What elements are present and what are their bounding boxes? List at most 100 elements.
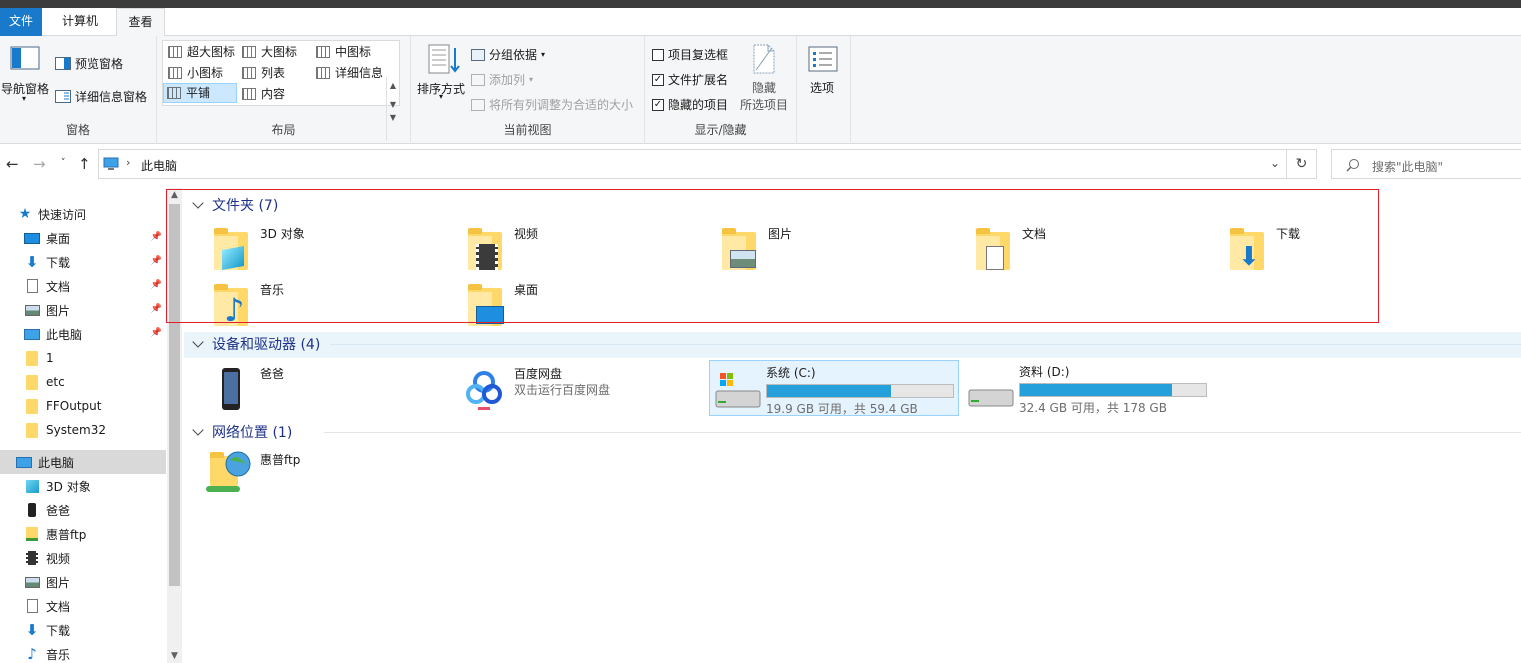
sidebar-item-folder-1[interactable]: 1 [0, 346, 166, 370]
sidebar-item-downloads-pc[interactable]: ⬇ 下载 [0, 618, 166, 642]
item-checkboxes-toggle[interactable]: 项目复选框 [652, 46, 728, 63]
sidebar-item-label: 图片 [46, 303, 71, 318]
group-label-current-view: 当前视图 [503, 123, 552, 137]
details-pane-button[interactable]: 详细信息窗格 [55, 88, 147, 105]
network-tile-hp-ftp[interactable]: 惠普ftp [206, 451, 448, 500]
breadcrumb-chevron-icon: › [126, 156, 131, 169]
folder-tile-music[interactable]: ♪ 音乐 [208, 282, 448, 330]
address-bar[interactable]: › 此电脑 ⌄ ↻ [98, 149, 1317, 179]
breadcrumb-this-pc[interactable]: 此电脑 [141, 157, 177, 174]
this-pc-icon [103, 157, 119, 170]
sidebar-item-ffoutput[interactable]: FFOutput [0, 394, 166, 418]
chevron-down-icon: ▾ [439, 92, 444, 101]
forward-arrow-icon[interactable]: → [33, 155, 46, 173]
folder-tile-pictures[interactable]: 图片 [716, 226, 956, 274]
sidebar-item-pictures-pc[interactable]: 图片 [0, 570, 166, 594]
star-icon: ★ [18, 206, 32, 222]
sidebar-item-phone[interactable]: 爸爸 [0, 498, 166, 522]
sidebar-item-hp-ftp[interactable]: 惠普ftp [0, 522, 166, 546]
scroll-down-arrow-icon[interactable]: ▼ [167, 651, 182, 661]
options-button[interactable]: 选项 [810, 79, 834, 96]
sidebar-item-label: 快速访问 [38, 207, 87, 222]
tile-label: 下载 [1276, 227, 1301, 241]
network-group-header[interactable]: 网络位置 (1) [192, 421, 292, 443]
file-extensions-toggle[interactable]: ✓ 文件扩展名 [652, 71, 728, 88]
options-icon [808, 46, 838, 72]
drive-tile-d[interactable]: 资料 (D:) 32.4 GB 可用，共 178 GB [967, 364, 1217, 416]
device-tile-phone[interactable]: 爸爸 [208, 366, 448, 414]
drive-icon [967, 364, 1015, 412]
devices-group-header[interactable]: 设备和驱动器 (4) [192, 333, 320, 355]
group-by-button[interactable]: 分组依据 ▾ [471, 46, 545, 63]
recent-locations-chevron-icon[interactable]: ˅ [61, 158, 66, 168]
layout-content[interactable]: 内容 [239, 84, 311, 104]
group-current-view: 排序方式 ▾ 分组依据 ▾ 添加列 ▾ 将所有列调整为合适的大小 当前视图 [411, 36, 645, 144]
group-header-label: 文件夹 (7) [212, 198, 279, 214]
tile-text: 资料 (D:) 32.4 GB 可用，共 178 GB [1019, 364, 1207, 416]
sidebar-item-documents[interactable]: 文档 📌 [0, 274, 166, 298]
scrollbar-thumb[interactable] [169, 204, 180, 586]
sidebar-item-pictures[interactable]: 图片 📌 [0, 298, 166, 322]
folder-tile-3d-objects[interactable]: 3D 对象 [208, 226, 448, 274]
sidebar-item-downloads[interactable]: ⬇ 下载 📌 [0, 250, 166, 274]
folder-tile-desktop[interactable]: 桌面 [462, 282, 702, 330]
layout-gallery-scroller[interactable]: ▲ ▼ ▼ [386, 77, 399, 141]
hide-selected-label: 隐藏 [752, 81, 777, 95]
layout-large-icons[interactable]: 大图标 [239, 42, 311, 62]
sidebar-item-desktop[interactable]: 桌面 📌 [0, 226, 166, 250]
layout-item-label: 内容 [261, 87, 286, 101]
pin-icon: 📌 [150, 232, 162, 242]
tab-view[interactable]: 查看 [116, 8, 165, 37]
layout-medium-icons[interactable]: 中图标 [313, 42, 393, 62]
sidebar-item-documents-pc[interactable]: 文档 [0, 594, 166, 618]
up-arrow-icon[interactable]: ↑ [78, 155, 91, 173]
tile-label: 文档 [1022, 227, 1047, 241]
navigation-pane-scrollbar[interactable]: ▲ ▼ [167, 188, 182, 663]
layout-list[interactable]: 列表 [239, 63, 311, 83]
device-tile-baidu-netdisk[interactable]: 百度网盘 双击运行百度网盘 [462, 366, 702, 414]
add-column-button[interactable]: 添加列 ▾ [471, 71, 533, 88]
hidden-items-toggle[interactable]: ✓ 隐藏的项目 [652, 96, 728, 113]
sidebar-item-etc[interactable]: etc [0, 370, 166, 394]
address-dropdown-icon[interactable]: ⌄ [1270, 156, 1280, 170]
folder-icon [24, 422, 40, 438]
tab-computer[interactable]: 计算机 [52, 8, 108, 36]
sidebar-item-this-pc-pinned[interactable]: 此电脑 📌 [0, 322, 166, 346]
sidebar-item-quick-access[interactable]: ★ 快速访问 [0, 202, 166, 226]
hide-selected-button[interactable]: 隐藏 [752, 79, 776, 96]
drive-tile-c[interactable]: 系统 (C:) 19.9 GB 可用，共 59.4 GB [709, 360, 959, 416]
hide-selected-button-line2[interactable]: 所选项目 [740, 96, 788, 113]
sidebar-item-3d-objects[interactable]: 3D 对象 [0, 474, 166, 498]
group-options: 选项 [797, 36, 851, 144]
layout-details[interactable]: 详细信息 [313, 63, 393, 83]
layout-extra-large-icons[interactable]: 超大图标 [165, 42, 237, 62]
tile-label: 资料 (D:) [1019, 365, 1070, 379]
layout-item-label: 小图标 [187, 66, 224, 80]
scroll-up-arrow-icon[interactable]: ▲ [167, 190, 182, 200]
small-icons-icon [168, 67, 182, 79]
document-icon [24, 598, 40, 614]
folder-tile-downloads[interactable]: ⬇ 下载 [1224, 226, 1464, 274]
folders-group-header[interactable]: 文件夹 (7) [192, 194, 1512, 216]
layout-item-label: 平铺 [186, 86, 211, 100]
layout-small-icons[interactable]: 小图标 [165, 63, 237, 83]
sidebar-item-music[interactable]: ♪ 音乐 [0, 642, 166, 663]
back-arrow-icon[interactable]: ← [6, 155, 19, 173]
group-header-label: 网络位置 (1) [212, 425, 293, 441]
drive-usage-fill [767, 385, 891, 397]
search-box[interactable]: 搜索"此电脑" [1331, 149, 1521, 179]
folder-tile-videos[interactable]: 视频 [462, 226, 702, 274]
sidebar-item-videos[interactable]: 视频 [0, 546, 166, 570]
drive-usage-fill [1020, 384, 1173, 396]
tile-label: 系统 (C:) [766, 366, 816, 380]
sidebar-item-system32[interactable]: System32 [0, 418, 166, 442]
folder-tile-documents[interactable]: 文档 [970, 226, 1210, 274]
layout-tiles[interactable]: 平铺 [163, 83, 237, 103]
refresh-icon[interactable]: ↻ [1286, 150, 1316, 178]
tab-file[interactable]: 文件 [0, 8, 42, 36]
fit-columns-button[interactable]: 将所有列调整为合适的大小 [471, 96, 633, 113]
preview-pane-button[interactable]: 预览窗格 [55, 55, 123, 72]
sidebar-item-this-pc[interactable]: 此电脑 [0, 450, 166, 474]
content-icon [242, 88, 256, 100]
item-checkboxes-label: 项目复选框 [668, 48, 729, 62]
